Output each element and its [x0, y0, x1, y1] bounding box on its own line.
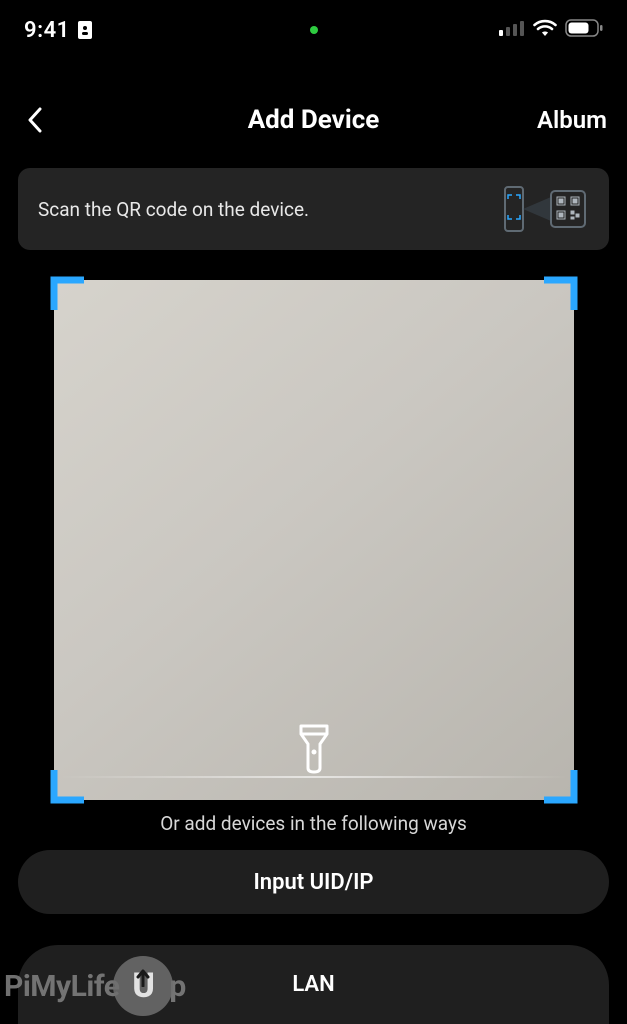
instruction-banner: Scan the QR code on the device. [18, 168, 609, 250]
lan-button[interactable]: LAN [18, 945, 609, 1024]
privacy-indicator [310, 26, 318, 34]
status-right [499, 19, 603, 41]
instruction-text: Scan the QR code on the device. [38, 198, 309, 221]
nav-header: Add Device Album [0, 98, 627, 142]
alt-methods-label: Or add devices in the following ways [0, 812, 627, 835]
flashlight-icon [297, 722, 331, 774]
album-button[interactable]: Album [537, 106, 607, 134]
scan-corner-bottom-left-icon [50, 766, 88, 804]
input-uid-ip-button[interactable]: Input UID/IP [18, 850, 609, 914]
status-time: 9:41 [24, 18, 70, 43]
wifi-icon [533, 19, 557, 41]
scan-corner-top-right-icon [540, 276, 578, 314]
qr-scanner-viewport [54, 280, 574, 800]
status-left: 9:41 [24, 18, 92, 43]
scan-corner-bottom-right-icon [540, 766, 578, 804]
status-bar: 9:41 [0, 0, 627, 60]
chevron-left-icon [27, 107, 43, 133]
page-title: Add Device [248, 105, 380, 135]
camera-active-dot-icon [310, 26, 318, 34]
scan-corner-top-left-icon [50, 276, 88, 314]
battery-icon [565, 19, 603, 41]
cellular-icon [499, 20, 525, 40]
scan-illustration-icon [499, 181, 589, 237]
flashlight-toggle[interactable] [297, 722, 331, 778]
back-button[interactable] [20, 105, 50, 135]
app-screen: 9:41 [0, 0, 627, 1024]
id-card-icon [78, 21, 92, 39]
